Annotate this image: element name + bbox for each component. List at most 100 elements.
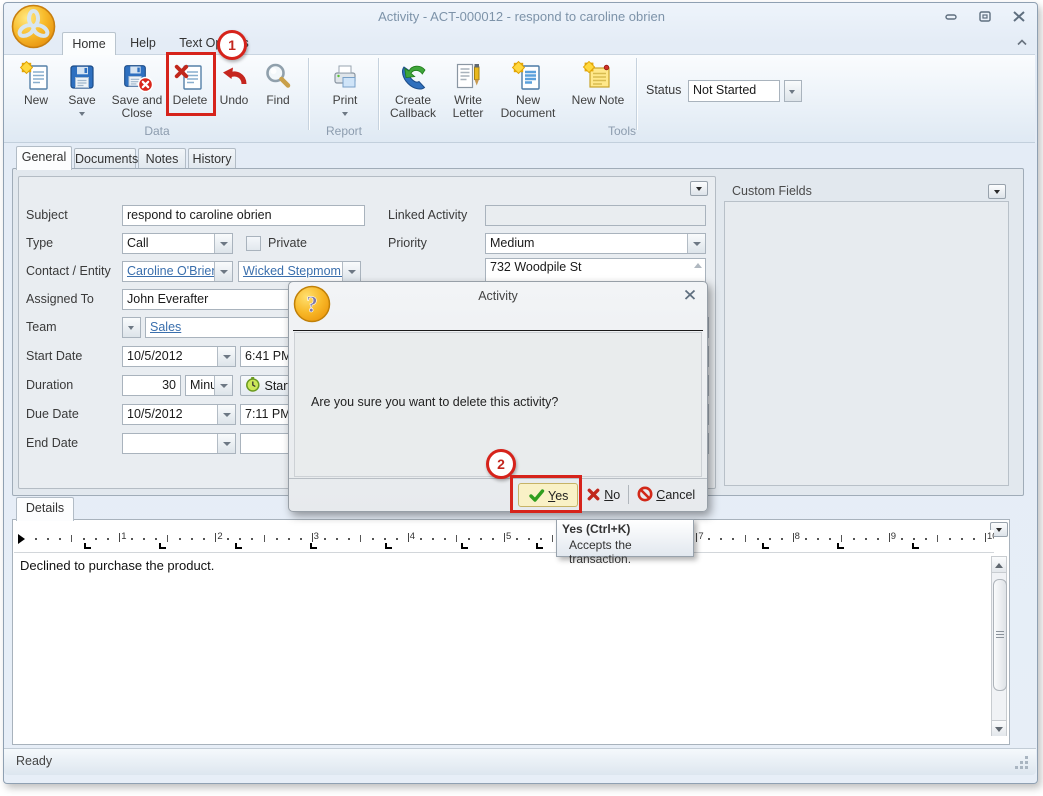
tab-help[interactable]: Help [120,32,166,54]
tooltip-title: Yes (Ctrl+K) [562,522,630,536]
priority-combo[interactable]: Medium [485,233,706,254]
cancel-button[interactable]: Cancel [634,483,698,507]
app-logo-icon[interactable] [10,3,57,50]
team-label: Team [26,317,57,338]
contact-combo[interactable]: Caroline O'Brien [122,261,233,282]
write-letter-button[interactable]: Write Letter [444,58,492,134]
start-date-combo[interactable]: 10/5/2012 [122,346,236,367]
tab-notes[interactable]: Notes [138,148,186,170]
undo-button[interactable]: Undo [214,58,254,134]
ribbon-collapse-icon[interactable] [1015,36,1029,51]
write-letter-icon [444,60,492,94]
no-button[interactable]: No [581,483,625,507]
contact-entity-label: Contact / Entity [26,261,111,282]
scroll-up-icon[interactable] [694,263,702,268]
tab-stop-marker[interactable] [385,543,392,549]
tab-general[interactable]: General [16,146,72,170]
entity-combo[interactable]: Wicked Stepmom Gri [238,261,361,282]
tab-home[interactable]: Home [62,32,116,55]
duration-input[interactable]: 30 [122,375,181,396]
print-dropdown-icon[interactable] [342,112,348,116]
dropdown-arrow-icon[interactable] [217,347,235,366]
contact-link[interactable]: Caroline O'Brien [127,264,218,278]
status-dropdown-button[interactable] [784,80,802,102]
new-label: New [24,93,48,107]
cancel-label: Cancel [656,483,695,507]
tab-stop-marker[interactable] [310,543,317,549]
save-button[interactable]: Save [60,58,104,134]
due-time-value: 7:11 PM [245,407,291,421]
subject-input[interactable]: respond to caroline obrien [122,205,365,226]
tab-stop-marker[interactable] [159,543,166,549]
tab-stop-marker[interactable] [762,543,769,549]
custom-fields-collapse-icon[interactable] [988,184,1006,199]
dropdown-arrow-icon[interactable] [214,262,232,281]
type-combo[interactable]: Call [122,233,233,254]
duration-label: Duration [26,375,73,396]
new-note-button[interactable]: New Note [566,58,630,134]
due-date-combo[interactable]: 10/5/2012 [122,404,236,425]
end-date-combo[interactable] [122,433,236,454]
status-field[interactable]: Not Started [688,80,780,102]
team-link[interactable]: Sales [150,320,181,334]
subject-label: Subject [26,205,68,226]
dialog-close-icon[interactable] [683,289,697,304]
close-button[interactable] [1011,10,1027,23]
dropdown-arrow-icon[interactable] [687,234,705,253]
delete-highlight-box [166,52,216,116]
ruler: 12345678910 [14,530,994,553]
indent-marker[interactable] [18,534,25,544]
new-button[interactable]: New [14,58,58,134]
maximize-button[interactable] [977,10,993,23]
button-separator [628,485,629,504]
dropdown-arrow-icon[interactable] [342,262,360,281]
minimize-button[interactable] [943,10,959,23]
scrollbar-thumb[interactable] [993,579,1007,691]
private-label: Private [268,233,307,254]
details-editor[interactable]: Declined to purchase the product. [20,558,960,573]
new-document-button[interactable]: New Document [496,58,560,134]
ribbon-separator [636,58,638,130]
status-label: Status [646,80,681,101]
tab-details-label: Details [26,501,64,515]
save-and-close-button[interactable]: Save and Close [106,58,168,134]
tab-help-label: Help [130,36,156,50]
tab-stop-marker[interactable] [536,543,543,549]
details-scrollbar[interactable] [991,556,1007,736]
create-callback-button[interactable]: Create Callback [384,58,442,134]
tab-documents-label: Documents [75,152,138,166]
private-checkbox[interactable] [246,236,261,251]
duration-unit-combo[interactable]: Minu... [185,375,233,396]
tab-stop-marker[interactable] [837,543,844,549]
dropdown-arrow-icon[interactable] [214,234,232,253]
team-dropdown-button[interactable] [122,317,141,338]
tab-stop-marker[interactable] [235,543,242,549]
form-collapse-icon[interactable] [690,181,708,196]
dropdown-arrow-icon[interactable] [214,376,232,395]
dropdown-arrow-icon[interactable] [217,405,235,424]
thumb-grip-icon [996,631,1004,639]
tab-general-label: General [22,150,66,164]
tab-history[interactable]: History [188,148,236,170]
scroll-up-button[interactable] [992,557,1006,573]
ribbon-separator [378,58,380,130]
tab-details[interactable]: Details [16,497,74,521]
new-icon [14,60,58,94]
tab-stop-marker[interactable] [84,543,91,549]
prohibition-icon [637,491,653,505]
scroll-down-button[interactable] [992,720,1006,736]
create-callback-icon [384,60,442,94]
find-button[interactable]: Find [256,58,300,134]
svg-text:?: ? [306,292,318,317]
print-button[interactable]: Print [320,58,370,134]
find-icon [256,60,300,94]
save-dropdown-icon[interactable] [79,112,85,116]
tab-stop-marker[interactable] [461,543,468,549]
duration-value: 30 [162,378,176,392]
tab-stop-marker[interactable] [912,543,919,549]
tab-documents[interactable]: Documents [74,148,136,170]
dropdown-arrow-icon[interactable] [217,434,235,453]
linked-activity-field[interactable] [485,205,706,226]
tab-notes-label: Notes [146,152,179,166]
due-date-value: 10/5/2012 [127,407,183,421]
